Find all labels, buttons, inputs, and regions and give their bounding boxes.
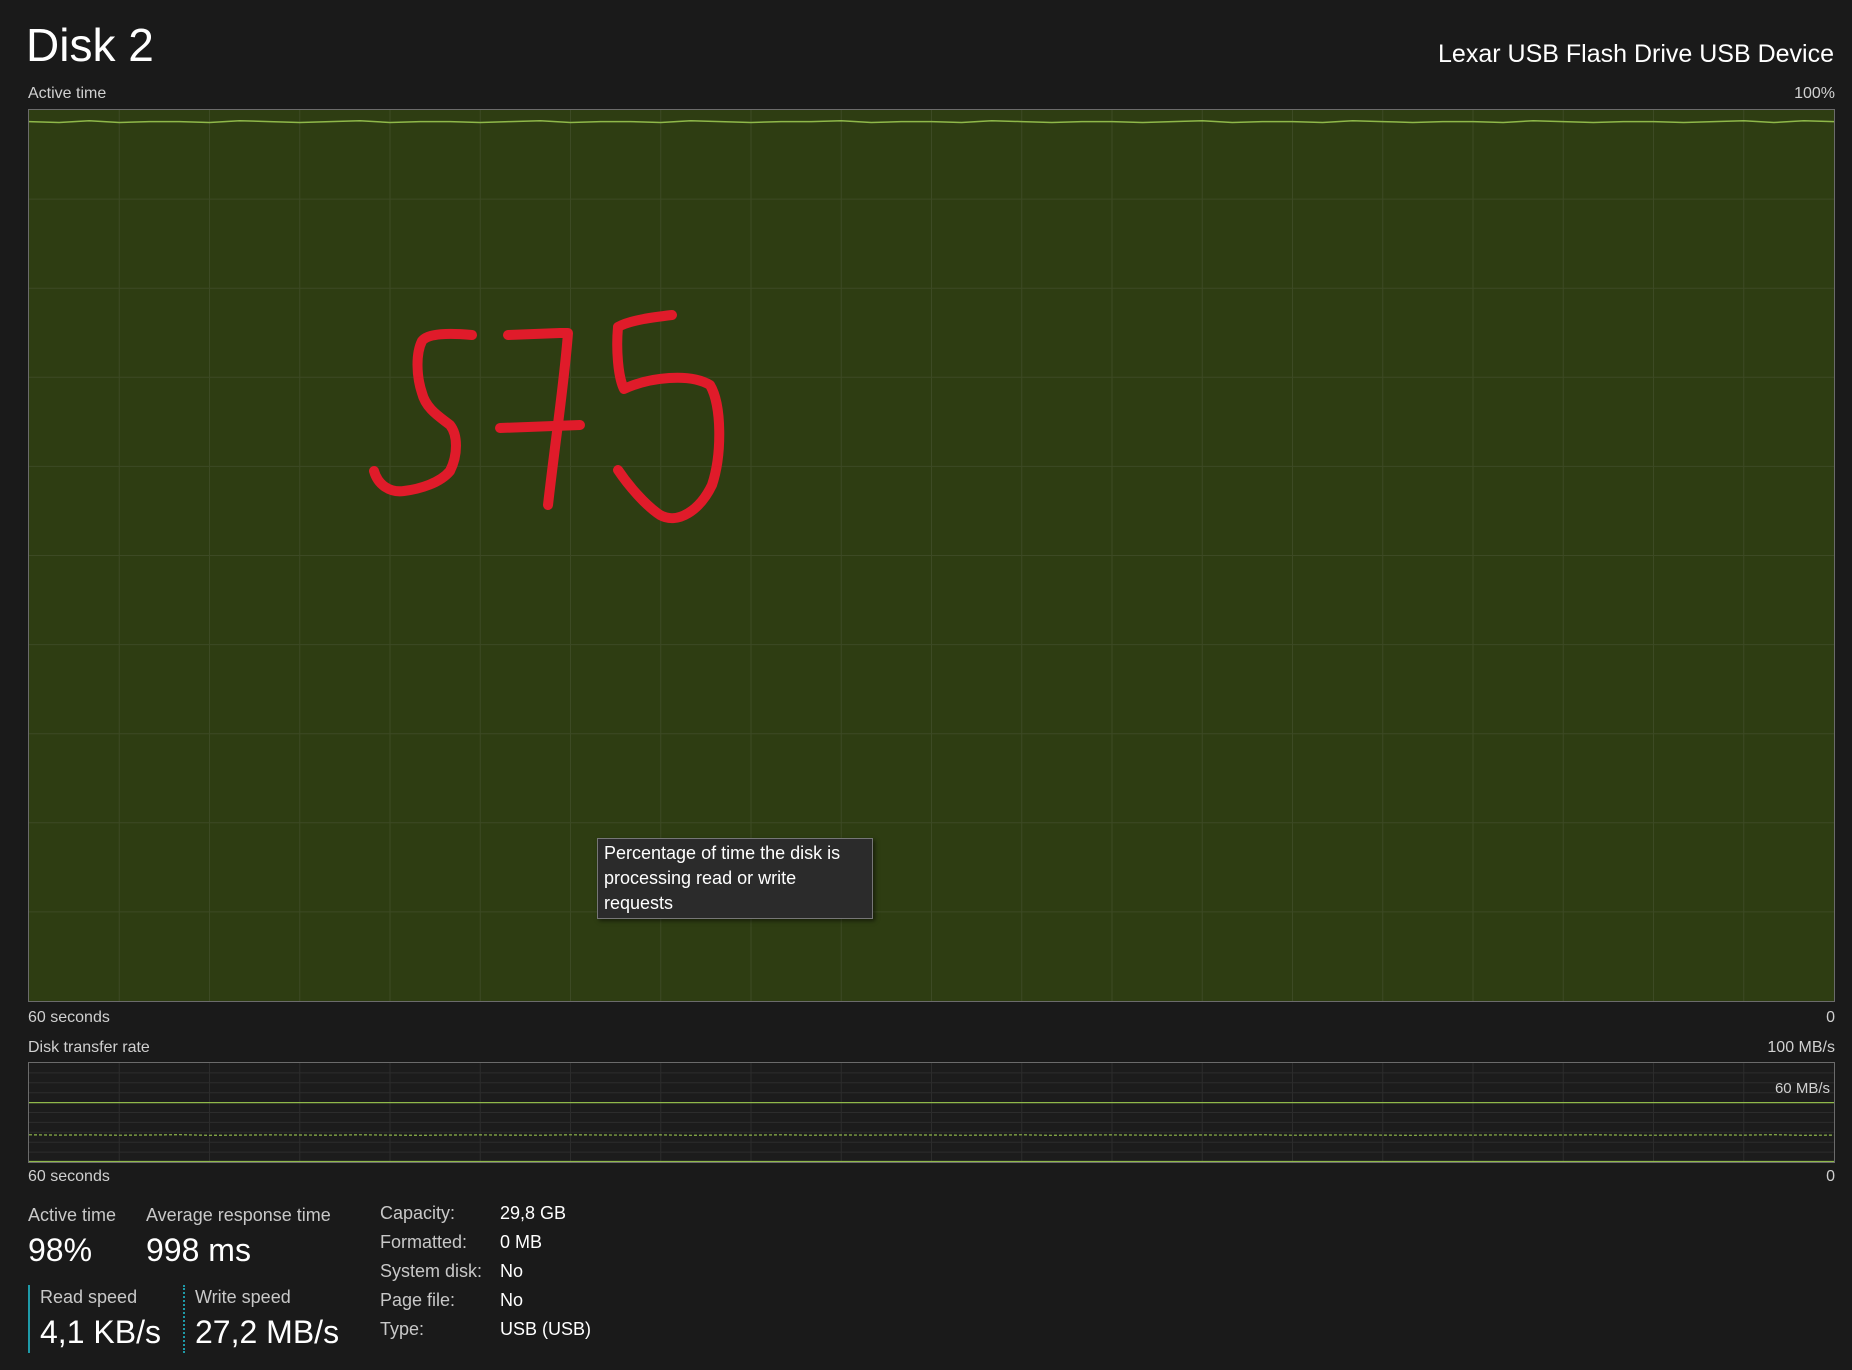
transfer-rate-ref-label: 60 MB/s <box>1774 1080 1830 1097</box>
active-time-tooltip: Percentage of time the disk is processin… <box>597 838 873 919</box>
write-speed-indicator <box>183 1285 185 1353</box>
transfer-rate-max-label: 100 MB/s <box>1767 1039 1835 1056</box>
active-time-graph-canvas <box>29 110 1834 1001</box>
active-time-zero-label: 0 <box>1826 1009 1835 1026</box>
page-title: Disk 2 <box>26 19 154 71</box>
avg-response-label: Average response time <box>146 1205 331 1225</box>
tooltip-line-2: processing read or write requests <box>604 868 797 913</box>
page-file-label: Page file: <box>380 1290 456 1310</box>
read-speed-indicator <box>28 1285 30 1353</box>
handwritten-annotation: 575 <box>369 310 725 524</box>
active-time-max-label: 100% <box>1794 85 1835 102</box>
read-speed-value: 4,1 KB/s <box>40 1314 161 1350</box>
disk-info-table: Capacity: 29,8 GB Formatted: 0 MB System… <box>380 1203 591 1340</box>
active-time-stat-label: Active time <box>28 1205 117 1225</box>
write-speed-label: Write speed <box>195 1287 291 1307</box>
transfer-rate-graph[interactable]: 60 MB/s <box>28 1062 1835 1163</box>
avg-response-value: 998 ms <box>146 1232 251 1268</box>
transfer-rate-graph-label: Disk transfer rate <box>28 1039 150 1056</box>
transfer-rate-graph-canvas <box>29 1063 1834 1162</box>
active-time-graph-label: Active time <box>28 85 107 102</box>
transfer-rate-zero-label: 0 <box>1826 1168 1835 1185</box>
system-disk-label: System disk: <box>380 1261 483 1281</box>
capacity-label: Capacity: <box>380 1203 456 1223</box>
transfer-rate-x-label: 60 seconds <box>28 1168 110 1185</box>
active-time-x-label: 60 seconds <box>28 1009 110 1026</box>
capacity-value: 29,8 GB <box>500 1203 567 1223</box>
write-speed-value: 27,2 MB/s <box>195 1314 340 1350</box>
active-time-graph[interactable] <box>28 109 1835 1002</box>
page-file-value: No <box>500 1290 524 1310</box>
device-name: Lexar USB Flash Drive USB Device <box>1438 40 1834 68</box>
system-disk-value: No <box>500 1261 524 1281</box>
active-time-stat-value: 98% <box>28 1232 93 1268</box>
type-label: Type: <box>380 1319 425 1339</box>
tooltip-line-1: Percentage of time the disk is <box>604 843 841 863</box>
formatted-value: 0 MB <box>500 1232 543 1252</box>
formatted-label: Formatted: <box>380 1232 468 1252</box>
read-speed-label: Read speed <box>40 1287 138 1307</box>
type-value: USB (USB) <box>500 1319 592 1339</box>
